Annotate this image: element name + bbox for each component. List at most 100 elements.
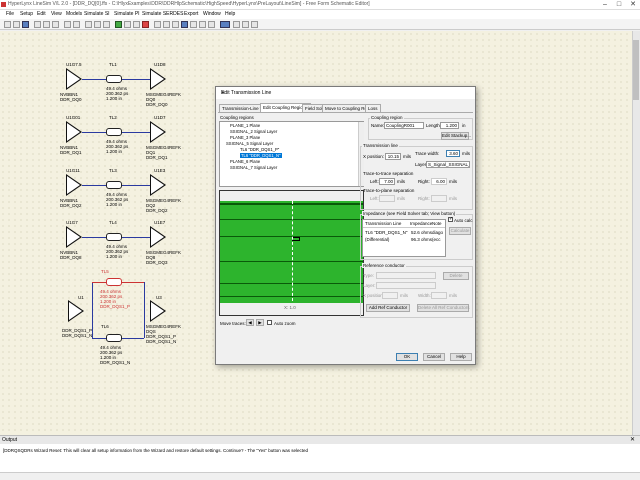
transmission-line[interactable]: [106, 75, 122, 83]
menu-edit[interactable]: Edit: [37, 11, 46, 17]
close-button[interactable]: ✕: [626, 0, 640, 10]
driver-buffer[interactable]: [66, 121, 82, 143]
stackup-cross-section[interactable]: X: 1.0: [219, 190, 364, 316]
output-close-icon[interactable]: ✕: [630, 436, 635, 443]
spectrum-icon[interactable]: [154, 21, 161, 28]
move-left-icon[interactable]: ◀: [246, 319, 254, 326]
delete-button[interactable]: Delete: [443, 272, 469, 280]
zoom-fit-icon[interactable]: [103, 21, 110, 28]
redo-icon[interactable]: [73, 21, 80, 28]
tree-item-plane-1[interactable]: PLANE_1 Plane: [230, 123, 260, 128]
ok-button[interactable]: OK: [396, 353, 418, 361]
transmission-line-n[interactable]: [106, 334, 122, 342]
menu-file[interactable]: File: [6, 11, 14, 17]
zoom-out-icon[interactable]: [94, 21, 101, 28]
text-icon[interactable]: [242, 21, 249, 28]
open-icon[interactable]: [13, 21, 20, 28]
select-icon[interactable]: [220, 21, 230, 28]
tree-item-ssignal-7[interactable]: SSIGNAL_7 Signal Layer: [230, 165, 277, 170]
cancel-button[interactable]: Cancel: [423, 353, 445, 361]
help-button[interactable]: Help: [450, 353, 472, 361]
dialog-close-icon[interactable]: ✕: [221, 90, 471, 97]
receiver-buffer[interactable]: [150, 174, 166, 196]
report-icon[interactable]: [163, 21, 170, 28]
menu-view[interactable]: View: [51, 11, 62, 17]
auto-zoom-checkbox[interactable]: [267, 320, 272, 325]
scrollbar-thumb[interactable]: [633, 40, 639, 100]
ref-width-field[interactable]: [431, 292, 447, 299]
zoom-in-icon[interactable]: [85, 21, 92, 28]
receiver-buffer[interactable]: [150, 300, 166, 322]
copy-icon[interactable]: [43, 21, 50, 28]
minimize-button[interactable]: –: [598, 0, 612, 10]
save-icon[interactable]: [22, 21, 29, 28]
x-position-field[interactable]: 10.15: [385, 153, 401, 160]
delete-all-ref-conductors-button[interactable]: Delete All Ref Conductors: [417, 304, 470, 312]
maximize-button[interactable]: □: [612, 0, 626, 10]
menu-help[interactable]: Help: [225, 11, 235, 17]
resistor-icon[interactable]: [199, 21, 206, 28]
help-icon[interactable]: [251, 21, 258, 28]
add-ref-conductor-button[interactable]: Add Ref Conductor: [366, 304, 410, 312]
run-icon[interactable]: [115, 21, 122, 28]
menu-simulate-serdes[interactable]: Simulate SERDES: [142, 11, 183, 17]
receiver-buffer[interactable]: [150, 68, 166, 90]
type-select[interactable]: [376, 272, 436, 279]
tree-item-tl6-n[interactable]: TL6 "DDR_DQS1_N": [240, 153, 282, 158]
tline-icon[interactable]: [181, 21, 188, 28]
paste-icon[interactable]: [52, 21, 59, 28]
tree-item-plane-3[interactable]: PLANE_3 Plane: [230, 135, 260, 140]
receiver-buffer[interactable]: [150, 226, 166, 248]
left-plane-field[interactable]: [379, 195, 395, 202]
driver-buffer[interactable]: [66, 226, 82, 248]
calculate-button[interactable]: Calculate: [449, 227, 471, 235]
wire-icon[interactable]: [233, 21, 240, 28]
left-separation-field[interactable]: 7.00: [379, 178, 395, 185]
layer-select[interactable]: S_Signal_SSIGNAL_5: [426, 161, 470, 168]
eye-diagram-icon[interactable]: [133, 21, 140, 28]
tree-item-tl6-p[interactable]: TL6 "DDR_DQS1_P": [240, 147, 279, 152]
receiver-buffer[interactable]: [150, 121, 166, 143]
transmission-line[interactable]: [106, 128, 122, 136]
coupling-regions-tree[interactable]: PLANE_1 Plane SSIGNAL_2 Signal Layer PLA…: [219, 121, 364, 187]
tree-item-plane-6[interactable]: PLANE_6 Plane: [230, 159, 260, 164]
edit-stackup-button[interactable]: Edit Stackup...: [441, 132, 471, 140]
right-separation-field[interactable]: 6.00: [431, 178, 447, 185]
menu-simulate-pi[interactable]: Simulate PI: [114, 11, 140, 17]
driver-buffer[interactable]: [66, 68, 82, 90]
trace-conductor[interactable]: [292, 237, 300, 241]
name-field[interactable]: CouplingR001: [384, 122, 424, 129]
menu-setup[interactable]: Setup: [20, 11, 33, 17]
transmission-line-p[interactable]: [106, 278, 122, 286]
right-plane-field[interactable]: [431, 195, 447, 202]
tline-length: 1.200 in: [106, 254, 123, 259]
driver-buffer[interactable]: [68, 300, 84, 322]
tree-item-ssignal-5[interactable]: SSIGNAL_5 Signal Layer: [226, 141, 273, 146]
stop-icon[interactable]: [142, 21, 149, 28]
ref-x-position-field[interactable]: [382, 292, 398, 299]
length-field[interactable]: 1.200: [440, 122, 459, 129]
ref-layer-select[interactable]: [376, 282, 436, 289]
transmission-line[interactable]: [106, 233, 122, 241]
menu-export[interactable]: Export: [184, 11, 198, 17]
cut-icon[interactable]: [34, 21, 41, 28]
tab-loss[interactable]: Loss: [365, 104, 381, 112]
tline-refdes: TL3: [109, 168, 117, 173]
menu-models[interactable]: Models: [66, 11, 82, 17]
trace-width-field[interactable]: 3.60: [446, 150, 460, 157]
new-icon[interactable]: [4, 21, 11, 28]
capacitor-icon[interactable]: [208, 21, 215, 28]
tree-item-ssignal-2[interactable]: SSIGNAL_2 Signal Layer: [230, 129, 277, 134]
menu-simulate-si[interactable]: Simulate SI: [84, 11, 110, 17]
oscilloscope-icon[interactable]: [124, 21, 131, 28]
menu-window[interactable]: Window: [203, 11, 221, 17]
driver-buffer[interactable]: [66, 174, 82, 196]
transmission-line[interactable]: [106, 181, 122, 189]
output-title-bar: Output ✕: [0, 436, 640, 444]
move-right-icon[interactable]: ▶: [256, 319, 264, 326]
stackup-icon[interactable]: [172, 21, 179, 28]
row-note: (ecc: [432, 237, 441, 242]
auto-calc-checkbox[interactable]: [448, 216, 453, 222]
ic-icon[interactable]: [190, 21, 197, 28]
undo-icon[interactable]: [64, 21, 71, 28]
